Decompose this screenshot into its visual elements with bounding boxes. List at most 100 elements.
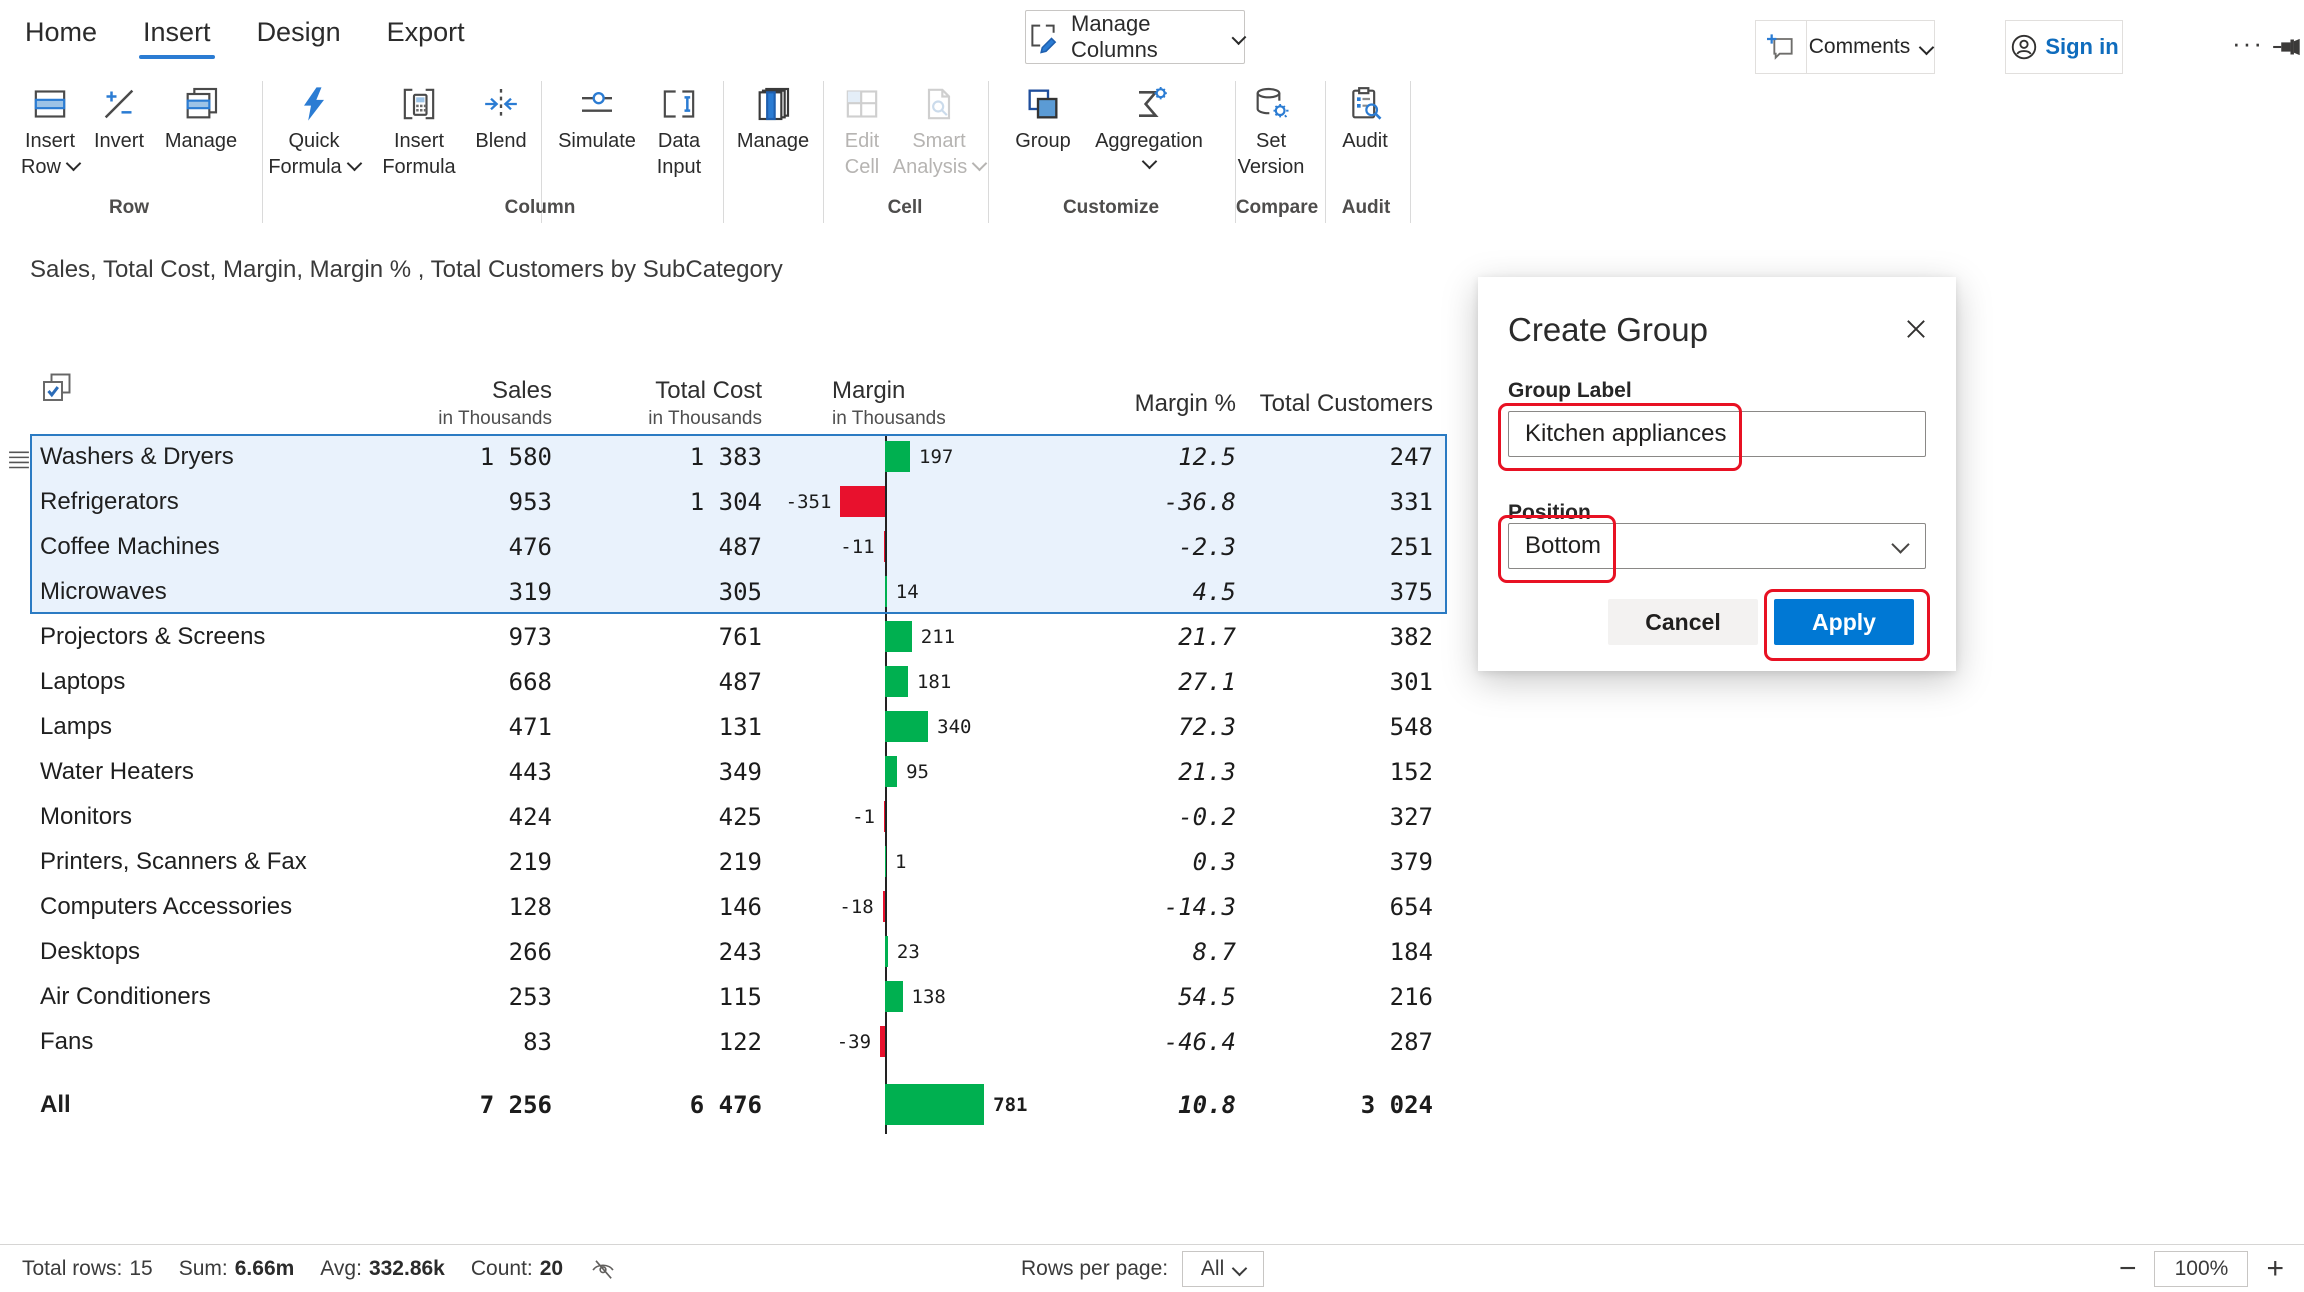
customers-value: 287 (1250, 1028, 1447, 1056)
tab-export[interactable]: Export (385, 15, 467, 50)
row-label: Projectors & Screens (30, 623, 360, 651)
cost-value: 1 383 (560, 443, 770, 471)
table-row[interactable]: Computers Accessories 128 146 -18 -14.3 … (30, 884, 1447, 929)
margin-pct-value: 4.5 (1070, 578, 1250, 606)
row-label: Air Conditioners (30, 983, 360, 1011)
header-total-cost[interactable]: Total Cost in Thousands (560, 377, 770, 434)
manage-columns-button[interactable]: Manage Columns (1025, 10, 1245, 64)
table-row[interactable]: Lamps 471 131 340 72.3 548 (30, 704, 1447, 749)
margin-bar (885, 441, 910, 472)
sign-in-button[interactable]: Sign in (2005, 20, 2123, 74)
margin-bar-cell: -11 (770, 524, 1070, 569)
pin-button[interactable] (2272, 34, 2302, 60)
button-label (1144, 154, 1155, 180)
cancel-button[interactable]: Cancel (1608, 599, 1758, 645)
table-row[interactable]: Microwaves 319 305 14 4.5 375 (30, 569, 1447, 614)
customers-value: 3 024 (1250, 1091, 1447, 1119)
zoom-in-button[interactable]: + (2266, 1254, 2284, 1284)
button-label: Blend (475, 128, 526, 154)
blend-button[interactable]: Blend (458, 80, 544, 154)
manage-columns-ribbon-button[interactable]: Manage (730, 80, 816, 154)
row-drag-handle[interactable] (6, 449, 32, 471)
table-row[interactable]: Refrigerators 953 1 304 -351 -36.8 331 (30, 479, 1447, 524)
table-row[interactable]: Fans 83 122 -39 -46.4 287 (30, 1019, 1447, 1064)
position-dropdown[interactable]: Bottom (1508, 523, 1926, 569)
add-comment-button[interactable] (1756, 21, 1807, 73)
cost-value: 219 (560, 848, 770, 876)
table-row[interactable]: Washers & Dryers 1 580 1 383 197 12.5 24… (30, 434, 1447, 479)
row-label: Refrigerators (30, 488, 360, 516)
table-row[interactable]: Printers, Scanners & Fax 219 219 1 0.3 3… (30, 839, 1447, 884)
margin-bar (885, 621, 912, 652)
comments-button[interactable]: Comments (1807, 21, 1934, 73)
customers-value: 184 (1250, 938, 1447, 966)
position-value: Bottom (1525, 532, 1601, 560)
group-button[interactable]: Group (1000, 80, 1086, 154)
button-label: Data (658, 128, 700, 154)
table-row[interactable]: Laptops 668 487 181 27.1 301 (30, 659, 1447, 704)
table-row[interactable]: Coffee Machines 476 487 -11 -2.3 251 (30, 524, 1447, 569)
manage-rows-button[interactable]: Manage (158, 80, 244, 154)
ribbon-group-label-cell: Cell (888, 197, 923, 219)
margin-bar-cell: 340 (770, 704, 1070, 749)
button-label: Formula (268, 154, 359, 180)
button-label: Set (1256, 128, 1286, 154)
table-row[interactable]: Desktops 266 243 23 8.7 184 (30, 929, 1447, 974)
invert-button[interactable]: Invert (76, 80, 162, 154)
table-body: Washers & Dryers 1 580 1 383 197 12.5 24… (30, 434, 1447, 1127)
apply-button[interactable]: Apply (1774, 599, 1914, 645)
cost-value: 131 (560, 713, 770, 741)
margin-value: -39 (837, 1031, 871, 1053)
margin-bar-cell: -18 (770, 884, 1070, 929)
tab-insert[interactable]: Insert (141, 15, 213, 50)
group-label-input[interactable]: Kitchen appliances (1508, 411, 1926, 457)
hide-stats-button[interactable] (589, 1255, 617, 1283)
margin-pct-value: 8.7 (1070, 938, 1250, 966)
simulate-button[interactable]: Simulate (549, 80, 645, 154)
table-row[interactable]: Monitors 424 425 -1 -0.2 327 (30, 794, 1447, 839)
chevron-down-icon (1919, 39, 1935, 55)
zoom-out-button[interactable]: − (2119, 1254, 2137, 1284)
margin-pct-value: 27.1 (1070, 668, 1250, 696)
margin-bar-cell: 181 (770, 659, 1070, 704)
margin-value: 781 (993, 1094, 1027, 1116)
rows-per-page-dropdown[interactable]: All (1182, 1251, 1264, 1287)
header-margin-pct[interactable]: Margin % (1070, 390, 1250, 434)
set-version-button[interactable]: Set Version (1225, 80, 1317, 180)
create-group-dialog: Create Group Group Label Kitchen applian… (1478, 277, 1956, 671)
audit-button[interactable]: Audit (1322, 80, 1408, 154)
insert-formula-button[interactable]: Insert Formula (374, 80, 464, 180)
button-label: Formula (382, 154, 455, 180)
comments-split-button: Comments (1755, 20, 1935, 74)
quick-formula-button[interactable]: Quick Formula (266, 80, 362, 180)
dialog-close-button[interactable] (1902, 315, 1930, 343)
aggregation-button[interactable]: Aggregation (1084, 80, 1214, 180)
data-input-button[interactable]: Data Input (636, 80, 722, 180)
table-row[interactable]: All 7 256 6 476 781 10.8 3 024 (30, 1082, 1447, 1127)
ribbon-group-label-row: Row (109, 197, 149, 219)
cost-value: 243 (560, 938, 770, 966)
sales-value: 953 (360, 488, 560, 516)
row-label: Laptops (30, 668, 360, 696)
header-total-customers[interactable]: Total Customers (1250, 390, 1447, 434)
margin-value: -11 (840, 536, 874, 558)
customers-value: 654 (1250, 893, 1447, 921)
header-sales[interactable]: Sales in Thousands (360, 377, 560, 434)
tab-design[interactable]: Design (255, 15, 343, 50)
margin-bar (840, 486, 885, 517)
margin-bar-cell: 95 (770, 749, 1070, 794)
zoom-level[interactable]: 100% (2154, 1251, 2248, 1287)
margin-bar-cell: 1 (770, 839, 1070, 884)
margin-bar (885, 846, 886, 877)
table-row[interactable]: Projectors & Screens 973 761 211 21.7 38… (30, 614, 1447, 659)
more-button[interactable]: ··· (2232, 28, 2264, 59)
customers-value: 375 (1250, 578, 1447, 606)
customers-value: 251 (1250, 533, 1447, 561)
tab-home[interactable]: Home (23, 15, 99, 50)
customers-value: 331 (1250, 488, 1447, 516)
margin-bar (884, 531, 885, 562)
table-row[interactable]: Water Heaters 443 349 95 21.3 152 (30, 749, 1447, 794)
table-row[interactable]: Air Conditioners 253 115 138 54.5 216 (30, 974, 1447, 1019)
ribbon-group-label-audit: Audit (1342, 197, 1391, 219)
header-margin[interactable]: Margin in Thousands (770, 377, 1070, 434)
